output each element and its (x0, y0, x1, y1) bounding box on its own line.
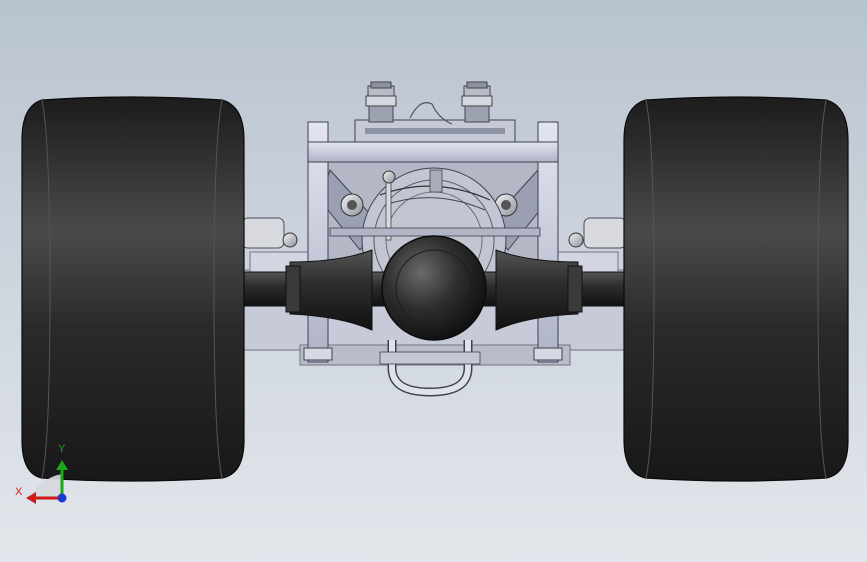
differential-housing (381, 235, 487, 341)
triad-x-arrow (26, 492, 36, 504)
triad-x-label: X (15, 486, 23, 498)
left-tire (21, 96, 245, 482)
right-tire (623, 96, 849, 482)
left-axle-bracket (241, 217, 298, 249)
triad-y-label: Y (58, 443, 66, 455)
3d-viewport[interactable]: X Y (0, 0, 867, 562)
assembly-drawing (21, 81, 849, 504)
intake-stack-right (461, 81, 493, 123)
right-axle-bracket (568, 217, 627, 249)
intake-stack-left (365, 81, 397, 123)
triad-z-dot (57, 493, 67, 503)
